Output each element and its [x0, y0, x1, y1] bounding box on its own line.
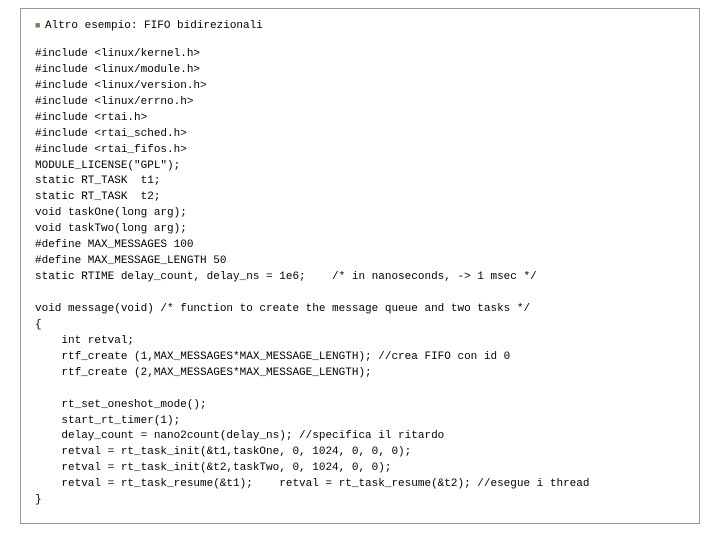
bullet-icon: ■ [35, 19, 45, 32]
code-line: rt_set_oneshot_mode(); [35, 399, 207, 411]
code-line: retval = rt_task_init(&t1,taskOne, 0, 10… [35, 446, 411, 458]
code-line: static RTIME delay_count, delay_ns = 1e6… [35, 271, 537, 283]
code-line: static RT_TASK t1; [35, 175, 160, 187]
code-line: #define MAX_MESSAGE_LENGTH 50 [35, 255, 226, 267]
title-text: Altro esempio: FIFO bidirezionali [45, 20, 263, 32]
code-line: delay_count = nano2count(delay_ns); //sp… [35, 430, 444, 442]
code-line: #include <linux/kernel.h> [35, 48, 200, 60]
code-line: retval = rt_task_init(&t2,taskTwo, 0, 10… [35, 462, 391, 474]
code-line: void taskOne(long arg); [35, 207, 187, 219]
code-line: void message(void) /* function to create… [35, 303, 530, 315]
code-line: retval = rt_task_resume(&t1); retval = r… [35, 478, 590, 490]
code-line: int retval; [35, 335, 134, 347]
code-line: #include <rtai_sched.h> [35, 128, 187, 140]
code-line: #define MAX_MESSAGES 100 [35, 239, 193, 251]
code-line: #include <rtai.h> [35, 112, 147, 124]
code-line: rtf_create (1,MAX_MESSAGES*MAX_MESSAGE_L… [35, 351, 510, 363]
code-line: #include <linux/version.h> [35, 80, 207, 92]
code-line: } [35, 494, 42, 506]
code-line: void taskTwo(long arg); [35, 223, 187, 235]
code-block: #include <linux/kernel.h> #include <linu… [35, 47, 685, 509]
code-line: { [35, 319, 42, 331]
code-line: #include <linux/module.h> [35, 64, 200, 76]
code-line: #include <linux/errno.h> [35, 96, 193, 108]
code-line: static RT_TASK t2; [35, 191, 160, 203]
code-line: start_rt_timer(1); [35, 415, 180, 427]
example-title: ■Altro esempio: FIFO bidirezionali [35, 19, 685, 35]
code-line: MODULE_LICENSE("GPL"); [35, 160, 180, 172]
code-line: #include <rtai_fifos.h> [35, 144, 187, 156]
code-line: rtf_create (2,MAX_MESSAGES*MAX_MESSAGE_L… [35, 367, 372, 379]
code-frame: ■Altro esempio: FIFO bidirezionali #incl… [20, 8, 700, 524]
